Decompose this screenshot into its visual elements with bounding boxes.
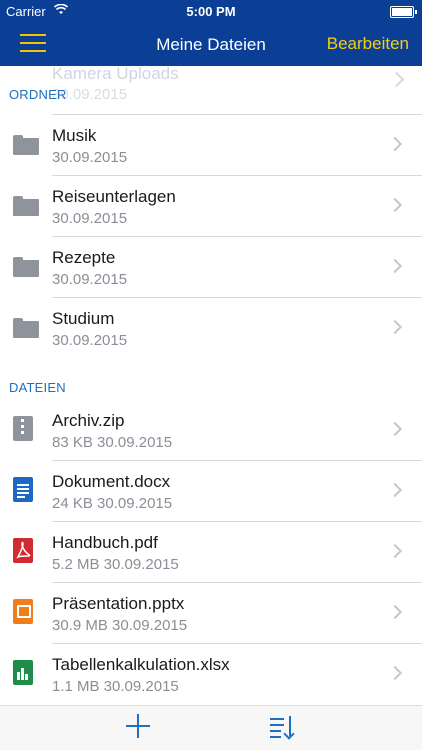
spreadsheet-file-icon bbox=[13, 660, 33, 685]
status-bar: Carrier 5:00 PM bbox=[0, 0, 422, 22]
folder-name: Rezepte bbox=[52, 248, 116, 267]
folder-row-reiseunterlagen[interactable]: Reiseunterlagen 30.09.2015 bbox=[0, 175, 422, 236]
file-row-dokument[interactable]: Dokument.docx 24 KB 30.09.2015 bbox=[0, 460, 422, 521]
file-meta: 1.1 MB 30.09.2015 bbox=[52, 678, 179, 695]
file-name: Handbuch.pdf bbox=[52, 533, 158, 552]
folder-date: 30.09.2015 bbox=[52, 271, 128, 288]
folder-name: Studium bbox=[52, 309, 115, 328]
file-name: Präsentation.pptx bbox=[52, 594, 185, 613]
row-divider bbox=[52, 521, 422, 522]
chevron-right-icon bbox=[387, 136, 403, 152]
row-divider bbox=[52, 114, 422, 115]
battery-icon bbox=[390, 6, 417, 18]
folder-row-rezepte[interactable]: Rezepte 30.09.2015 bbox=[0, 236, 422, 297]
chevron-right-icon bbox=[387, 197, 403, 213]
chevron-right-icon bbox=[387, 604, 403, 620]
chevron-right-icon bbox=[388, 71, 405, 88]
row-divider bbox=[52, 236, 422, 237]
folder-date: 30.09.2015 bbox=[52, 210, 128, 227]
chevron-right-icon bbox=[387, 421, 403, 437]
word-document-icon bbox=[13, 477, 33, 502]
folder-date: 30.09.2015 bbox=[52, 332, 128, 349]
file-row-praesentation[interactable]: Präsentation.pptx 30.9 MB 30.09.2015 bbox=[0, 582, 422, 643]
folder-name: Reiseunterlagen bbox=[52, 187, 176, 206]
file-meta: 24 KB 30.09.2015 bbox=[52, 495, 173, 512]
file-meta: 83 KB 30.09.2015 bbox=[52, 434, 173, 451]
file-row-handbuch[interactable]: Handbuch.pdf 5.2 MB 30.09.2015 bbox=[0, 521, 422, 582]
folder-icon bbox=[13, 318, 39, 338]
presentation-file-icon bbox=[13, 599, 33, 624]
chevron-right-icon bbox=[387, 258, 403, 274]
folder-icon bbox=[13, 257, 39, 277]
file-row-tabellenkalkulation[interactable]: Tabellenkalkulation.xlsx 1.1 MB 30.09.20… bbox=[0, 643, 422, 704]
folder-icon bbox=[13, 196, 39, 216]
file-name: Tabellenkalkulation.xlsx bbox=[52, 655, 230, 674]
folder-row-musik[interactable]: Musik 30.09.2015 bbox=[0, 114, 422, 175]
file-meta: 5.2 MB 30.09.2015 bbox=[52, 556, 179, 573]
chevron-right-icon bbox=[387, 319, 403, 335]
top-bar: Carrier 5:00 PM Meine Dateien Bearbeiten bbox=[0, 0, 422, 66]
sort-icon[interactable] bbox=[270, 716, 296, 740]
folder-icon bbox=[13, 135, 39, 155]
section-header-files: DATEIEN bbox=[9, 380, 66, 395]
section-header-folders: ORDNER bbox=[9, 87, 67, 102]
row-divider bbox=[52, 297, 422, 298]
file-name: Dokument.docx bbox=[52, 472, 171, 491]
folder-row-studium[interactable]: Studium 30.09.2015 bbox=[0, 297, 422, 358]
folder-date: 30.09.2015 bbox=[52, 149, 128, 166]
ghost-row-title: Kamera Uploads bbox=[52, 64, 179, 83]
row-divider bbox=[52, 582, 422, 583]
file-meta: 30.9 MB 30.09.2015 bbox=[52, 617, 188, 634]
row-divider bbox=[52, 643, 422, 644]
row-divider bbox=[52, 460, 422, 461]
file-row-archiv[interactable]: Archiv.zip 83 KB 30.09.2015 bbox=[0, 399, 422, 460]
folder-name: Musik bbox=[52, 126, 97, 145]
row-divider bbox=[52, 175, 422, 176]
chevron-right-icon bbox=[387, 665, 403, 681]
bottom-toolbar bbox=[0, 705, 422, 750]
chevron-right-icon bbox=[387, 543, 403, 559]
chevron-right-icon bbox=[387, 482, 403, 498]
clock: 5:00 PM bbox=[186, 4, 236, 19]
add-icon[interactable] bbox=[126, 714, 150, 738]
edit-button[interactable]: Bearbeiten bbox=[327, 34, 409, 54]
navigation-bar: Meine Dateien Bearbeiten bbox=[0, 22, 422, 66]
zip-file-icon bbox=[13, 416, 33, 441]
pdf-file-icon bbox=[13, 538, 33, 563]
file-name: Archiv.zip bbox=[52, 411, 125, 430]
